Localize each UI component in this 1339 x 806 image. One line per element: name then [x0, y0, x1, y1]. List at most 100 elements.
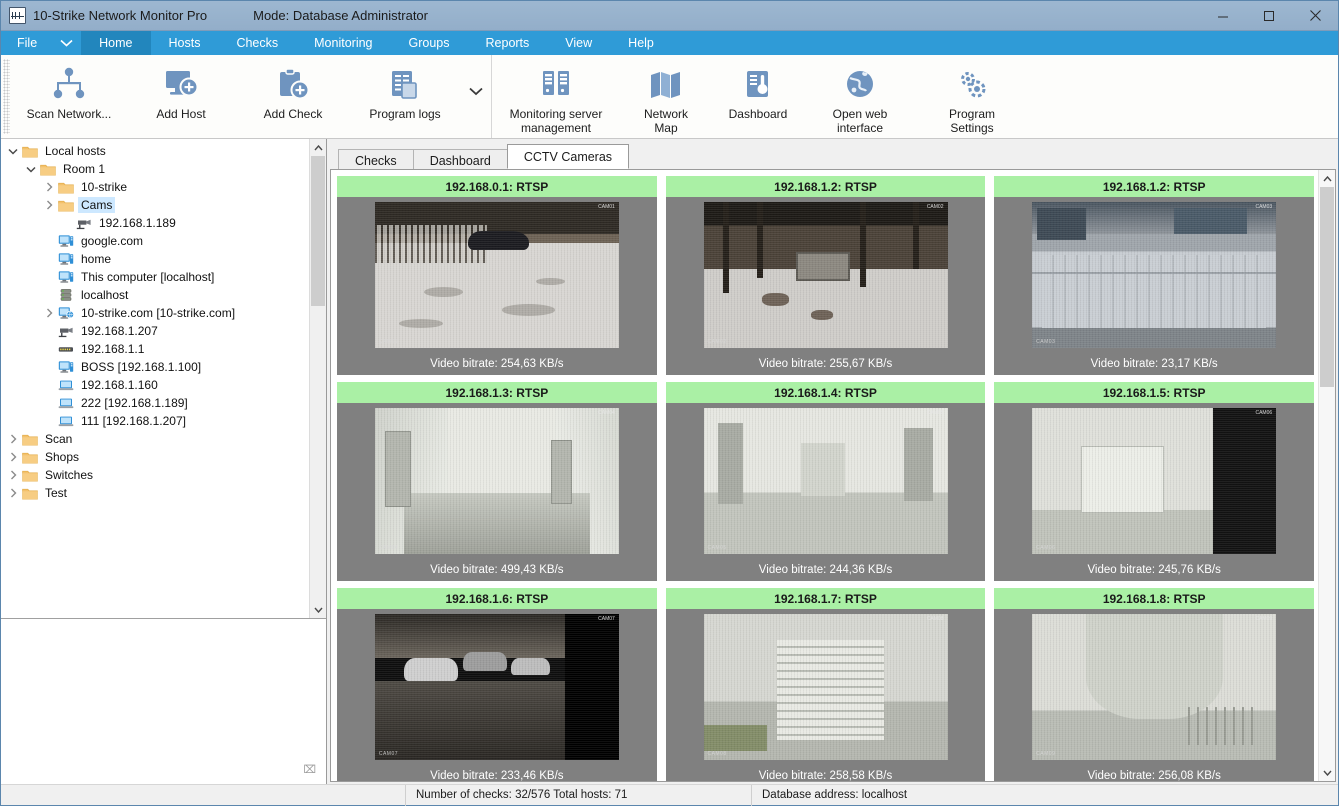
tree-node[interactable]: 192.168.1.1: [1, 340, 309, 358]
close-icon[interactable]: [1292, 1, 1338, 31]
maximize-icon[interactable]: [1246, 1, 1292, 31]
tree-node[interactable]: Shops: [1, 448, 309, 466]
monitoring-server-management-label: Monitoring server management: [510, 107, 603, 135]
camera-video-area[interactable]: CAM04CAM04: [337, 403, 657, 559]
camera-tile[interactable]: 192.168.1.5: RTSPCAM06CAM06Video bitrate…: [994, 382, 1314, 581]
menu-item-file[interactable]: File: [1, 31, 51, 55]
tree-node[interactable]: Room 1: [1, 160, 309, 178]
tree-twisty-none: [41, 376, 57, 394]
grid-scroll-track[interactable]: [1319, 187, 1335, 764]
scan-network-button[interactable]: Scan Network...: [13, 61, 125, 131]
tree-scroll-down-chevron-down-icon[interactable]: [310, 601, 326, 618]
chevron-down-icon[interactable]: [5, 142, 21, 160]
chevron-right-icon[interactable]: [5, 448, 21, 466]
tree-twisty-none: [41, 268, 57, 286]
camera-video-area[interactable]: CAM09 CAM09: [994, 609, 1314, 765]
camera-video-area[interactable]: CAM07CAM07: [337, 609, 657, 765]
camera-watermark-overlay: CAM09: [1036, 751, 1055, 757]
camera-video-area[interactable]: CAM03CAM03: [994, 197, 1314, 353]
tree-node[interactable]: Scan: [1, 430, 309, 448]
camera-tile[interactable]: 192.168.1.7: RTSPCAM08CAM08Video bitrate…: [666, 588, 986, 781]
tab-dashboard[interactable]: Dashboard: [413, 149, 508, 171]
menu-item-checks[interactable]: Checks: [218, 31, 296, 55]
tab-checks[interactable]: Checks: [338, 149, 414, 171]
tab-cctv-cameras[interactable]: CCTV Cameras: [507, 144, 629, 169]
hosts-tree[interactable]: Local hostsRoom 110-strikeCams192.168.1.…: [1, 139, 309, 618]
grid-scroll-down-chevron-down-icon[interactable]: [1319, 764, 1335, 781]
camera-tile[interactable]: 192.168.1.2: RTSPCAM02CAM02Video bitrate…: [666, 176, 986, 375]
tree-scroll-thumb[interactable]: [311, 156, 325, 306]
program-logs-icon: [386, 65, 424, 105]
grid-scroll-up-chevron-up-icon[interactable]: [1319, 170, 1335, 187]
add-host-button[interactable]: Add Host: [125, 61, 237, 131]
tree-node[interactable]: localhost: [1, 286, 309, 304]
camera-icon: [57, 323, 75, 339]
camera-tile[interactable]: 192.168.1.6: RTSPCAM07CAM07Video bitrate…: [337, 588, 657, 781]
chevron-right-icon[interactable]: [41, 196, 57, 214]
menu-item-view[interactable]: View: [547, 31, 610, 55]
tree-node[interactable]: 222 [192.168.1.189]: [1, 394, 309, 412]
tree-node[interactable]: 192.168.1.160: [1, 376, 309, 394]
camera-timestamp-overlay: CAM05: [927, 410, 944, 416]
camera-video-area[interactable]: CAM02CAM02: [666, 197, 986, 353]
tree-node[interactable]: 10-strike: [1, 178, 309, 196]
menu-item-groups[interactable]: Groups: [391, 31, 468, 55]
camera-video-area[interactable]: CAM06CAM06: [994, 403, 1314, 559]
tree-node[interactable]: home: [1, 250, 309, 268]
open-web-interface-button[interactable]: Open web interface: [804, 61, 916, 135]
grid-scroll-thumb[interactable]: [1320, 187, 1334, 387]
program-logs-button[interactable]: Program logs: [349, 61, 461, 131]
tree-scrollbar[interactable]: [309, 139, 326, 618]
chevron-down-icon[interactable]: [23, 160, 39, 178]
tree-node[interactable]: Local hosts: [1, 142, 309, 160]
tree-scroll-track[interactable]: [310, 156, 326, 601]
menu-item-monitoring[interactable]: Monitoring: [296, 31, 390, 55]
tree-node[interactable]: Test: [1, 484, 309, 502]
chevron-right-icon[interactable]: [41, 304, 57, 322]
camera-tile[interactable]: 192.168.0.1: RTSPCAM01CAM01Video bitrate…: [337, 176, 657, 375]
tree-node[interactable]: Switches: [1, 466, 309, 484]
network-map-button[interactable]: Network Map: [620, 61, 712, 135]
camera-tile[interactable]: 192.168.1.8: RTSPCAM09CAM09Video bitrate…: [994, 588, 1314, 781]
tree-twisty-none: [41, 394, 57, 412]
folder-icon: [21, 449, 39, 465]
menu-item-hosts[interactable]: Hosts: [151, 31, 219, 55]
tree-node[interactable]: 111 [192.168.1.207]: [1, 412, 309, 430]
camera-video-area[interactable]: CAM01CAM01: [337, 197, 657, 353]
camera-grid-scrollbar[interactable]: [1318, 170, 1335, 781]
camera-tile[interactable]: 192.168.1.3: RTSPCAM04CAM04Video bitrate…: [337, 382, 657, 581]
ribbon-overflow-chevron-down-icon[interactable]: [461, 61, 491, 96]
chevron-right-icon[interactable]: [5, 466, 21, 484]
tree-node[interactable]: google.com: [1, 232, 309, 250]
tree-node[interactable]: 192.168.1.207: [1, 322, 309, 340]
chevron-right-icon[interactable]: [5, 484, 21, 502]
camera-title: 192.168.1.2: RTSP: [994, 176, 1314, 197]
resize-grip-icon[interactable]: ⌧: [303, 763, 316, 776]
tree-node[interactable]: BOSS [192.168.1.100]: [1, 358, 309, 376]
menu-chevron-down-icon[interactable]: [51, 31, 81, 55]
tree-twisty-none: [41, 412, 57, 430]
menu-item-reports[interactable]: Reports: [468, 31, 548, 55]
add-check-button[interactable]: Add Check: [237, 61, 349, 131]
window-controls: [1200, 1, 1338, 31]
camera-video-area[interactable]: CAM05CAM05: [666, 403, 986, 559]
tree-node-label: localhost: [78, 287, 131, 303]
camera-tile[interactable]: 192.168.1.2: RTSPCAM03CAM03Video bitrate…: [994, 176, 1314, 375]
tree-node[interactable]: Cams: [1, 196, 309, 214]
camera-bitrate-label: Video bitrate: 499,43 KB/s: [337, 559, 657, 581]
tree-node[interactable]: This computer [localhost]: [1, 268, 309, 286]
tree-node[interactable]: 10-strike.com [10-strike.com]: [1, 304, 309, 322]
monitoring-server-management-button[interactable]: Monitoring server management: [492, 61, 620, 135]
menu-item-home[interactable]: Home: [81, 31, 150, 55]
program-settings-button[interactable]: Program Settings: [916, 61, 1028, 135]
chevron-right-icon[interactable]: [5, 430, 21, 448]
minimize-icon[interactable]: [1200, 1, 1246, 31]
tree-node[interactable]: 192.168.1.189: [1, 214, 309, 232]
tree-scroll-up-chevron-up-icon[interactable]: [310, 139, 326, 156]
dashboard-button[interactable]: Dashboard: [712, 61, 804, 131]
chevron-right-icon[interactable]: [41, 178, 57, 196]
menu-item-help[interactable]: Help: [610, 31, 672, 55]
camera-video-area[interactable]: CAM08CAM08: [666, 609, 986, 765]
camera-timestamp-overlay: CAM09: [1255, 616, 1272, 622]
camera-tile[interactable]: 192.168.1.4: RTSPCAM05CAM05Video bitrate…: [666, 382, 986, 581]
